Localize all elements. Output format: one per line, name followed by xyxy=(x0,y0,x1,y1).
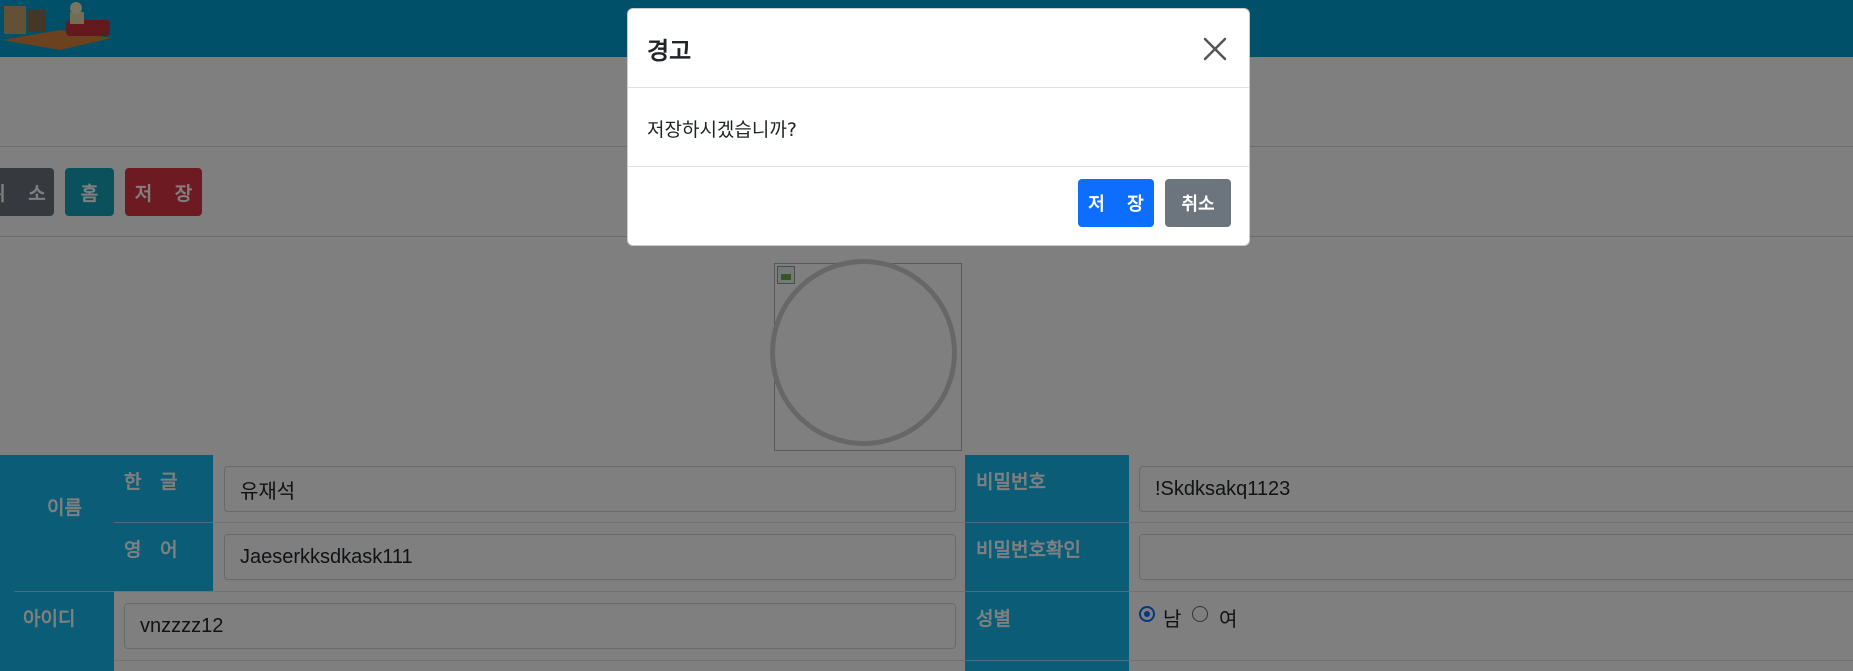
modal-cancel-button[interactable]: 취소 xyxy=(1165,179,1231,227)
modal-header: 경고 xyxy=(628,9,1249,88)
modal-save-button[interactable]: 저 장 xyxy=(1078,179,1154,227)
close-icon[interactable] xyxy=(1201,35,1229,63)
modal-body: 저장하시겠습니까? xyxy=(628,89,1249,167)
confirm-dialog: 경고 저장하시겠습니까? 저 장 취소 xyxy=(627,8,1250,246)
modal-message: 저장하시겠습니까? xyxy=(647,119,797,141)
modal-title: 경고 xyxy=(647,37,692,65)
